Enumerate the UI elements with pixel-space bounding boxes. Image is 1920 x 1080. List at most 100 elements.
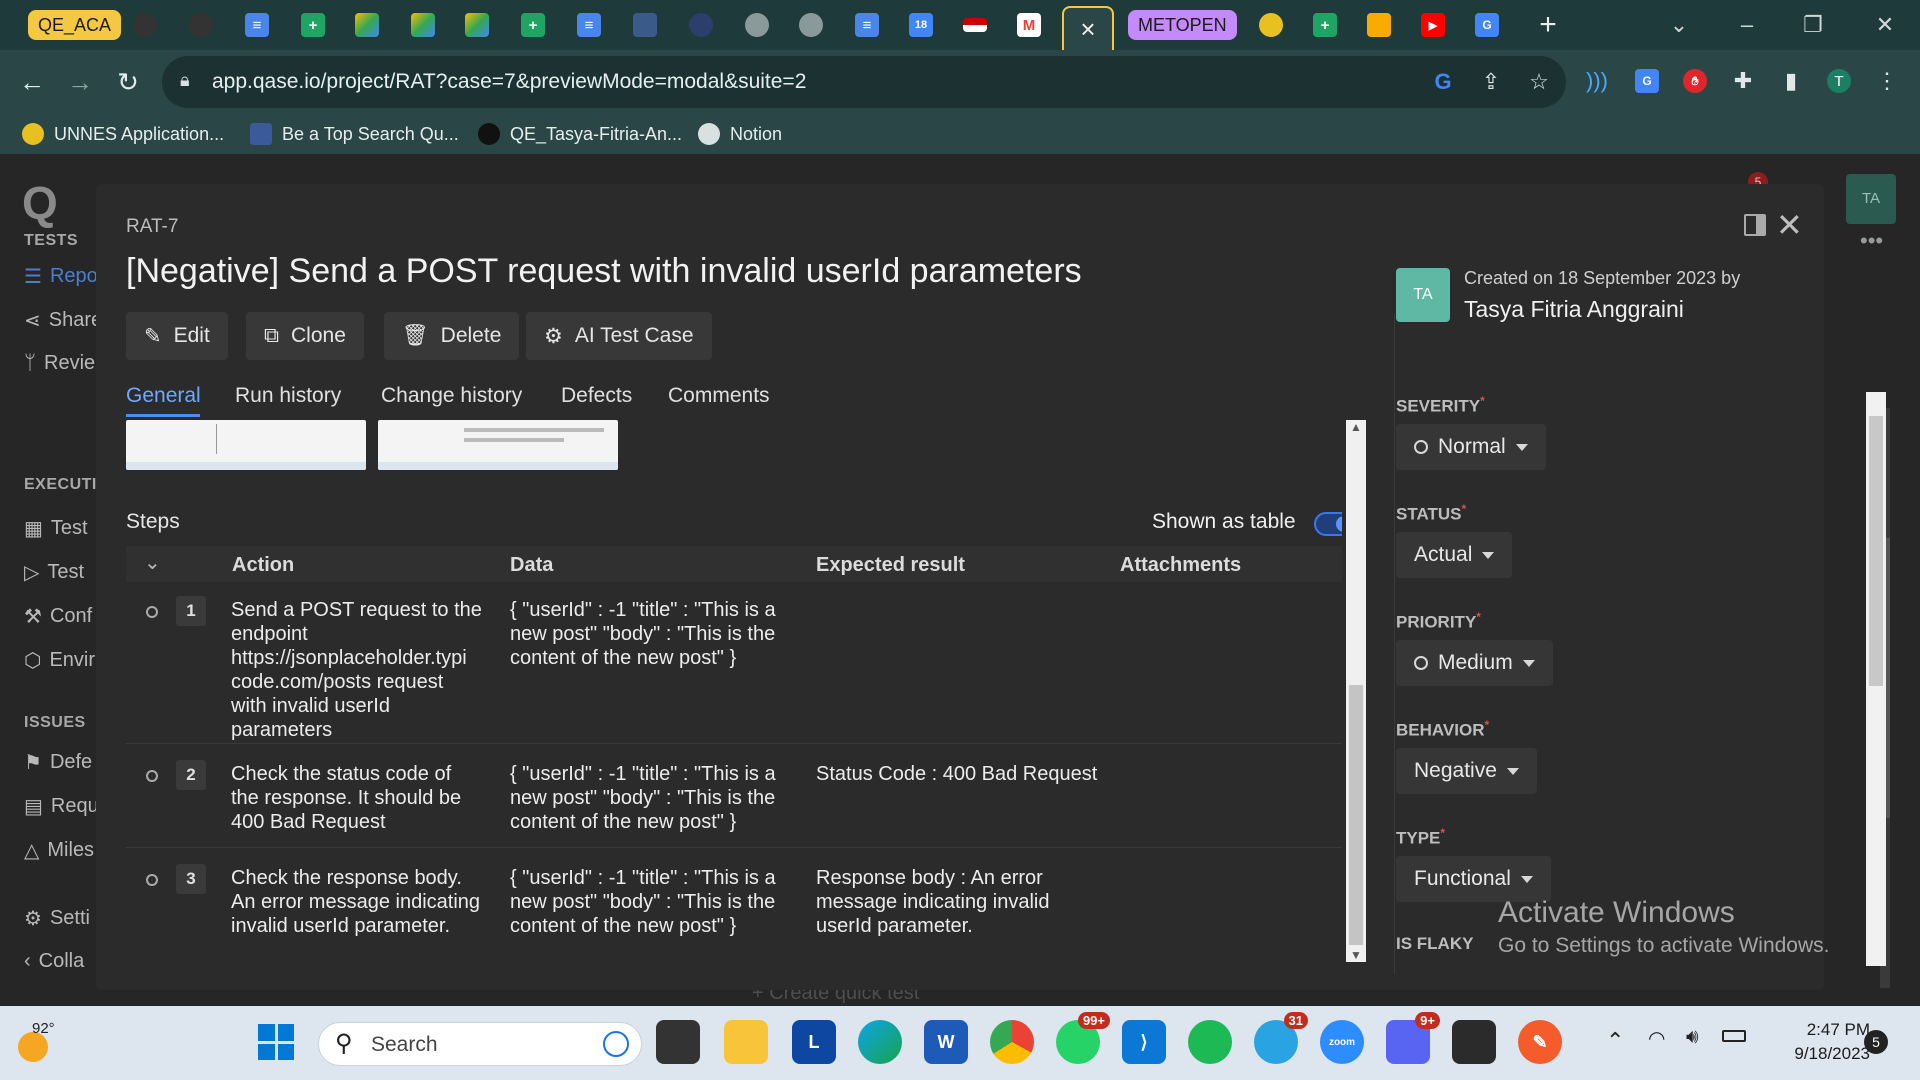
qase-logo[interactable]: Q bbox=[22, 176, 58, 230]
tab-general[interactable]: General bbox=[126, 384, 201, 408]
pen-app-icon[interactable]: ✎ bbox=[1518, 1020, 1562, 1064]
discord-icon[interactable]: 9+ bbox=[1386, 1012, 1440, 1064]
tab-globe[interactable] bbox=[742, 6, 772, 44]
extension-wave-icon[interactable]: ))) bbox=[1580, 64, 1614, 98]
side-panel-icon[interactable]: ▮ bbox=[1774, 64, 1808, 98]
priority-select[interactable]: Medium bbox=[1396, 640, 1553, 686]
adblock-icon[interactable]: ✋︎ bbox=[1678, 64, 1712, 98]
tab-globe-2[interactable] bbox=[796, 6, 826, 44]
kebab-menu-icon[interactable]: ⋮ bbox=[1870, 64, 1904, 98]
window-close-icon[interactable]: ✕ bbox=[1862, 8, 1908, 42]
back-arrow-icon[interactable]: ← bbox=[14, 64, 50, 100]
taskbar-search[interactable]: ⚲ Search bbox=[318, 1022, 642, 1066]
tab-github-2[interactable] bbox=[186, 6, 216, 44]
sidebar-item-requirements[interactable]: ▤ Requ bbox=[24, 794, 99, 819]
step-row[interactable]: 1 Send a POST request to the endpoint ht… bbox=[126, 582, 1342, 744]
behavior-select[interactable]: Negative bbox=[1396, 748, 1537, 794]
sidebar-collapse[interactable]: ‹ Colla bbox=[24, 950, 84, 973]
step-row[interactable]: 2 Check the status code of the response.… bbox=[126, 746, 1342, 848]
zoom-icon[interactable]: zoom bbox=[1320, 1020, 1364, 1064]
bookmark-star-icon[interactable]: ☆ bbox=[1522, 65, 1556, 99]
new-tab-button[interactable]: + bbox=[1528, 6, 1568, 44]
google-lens-icon[interactable]: G bbox=[1426, 65, 1460, 99]
tab-drive-3[interactable] bbox=[462, 6, 492, 44]
sidebar-item-environments[interactable]: ⬡ Envir bbox=[24, 648, 95, 673]
translate-extension-icon[interactable]: G bbox=[1630, 64, 1664, 98]
sidebar-item-defects[interactable]: ⚑ Defe bbox=[24, 750, 92, 775]
sidebar-item-settings[interactable]: ⚙ Setti bbox=[24, 906, 90, 931]
tab-search-chevron-icon[interactable]: ⌄ bbox=[1656, 8, 1702, 42]
shown-as-table-toggle[interactable] bbox=[1314, 512, 1342, 536]
tab-docs-2[interactable]: ≡ bbox=[574, 6, 604, 44]
tab-sheets-2[interactable]: + bbox=[518, 6, 548, 44]
scroll-down-icon[interactable]: ▼ bbox=[1350, 948, 1362, 962]
step-radio[interactable] bbox=[146, 770, 158, 782]
scroll-up-icon[interactable]: ▲ bbox=[1350, 420, 1362, 434]
tab-calendar[interactable]: 18 bbox=[906, 6, 936, 44]
attachment-thumbnail[interactable] bbox=[378, 420, 618, 470]
properties-scrollbar[interactable] bbox=[1866, 392, 1886, 966]
spotify-icon[interactable] bbox=[1188, 1020, 1232, 1064]
tab-unnes[interactable] bbox=[1256, 6, 1286, 44]
sidebar-item-test-plans[interactable]: ▷ Test bbox=[24, 560, 84, 585]
step-row[interactable]: 3 Check the response body. An error mess… bbox=[126, 850, 1342, 950]
tab-defects[interactable]: Defects bbox=[561, 384, 632, 408]
reload-icon[interactable]: ↻ bbox=[110, 64, 146, 100]
collapse-all-chevron-icon[interactable]: ⌄ bbox=[144, 550, 161, 575]
clone-button[interactable]: ⧉ Clone bbox=[246, 312, 364, 360]
tab-misc-2[interactable] bbox=[686, 6, 716, 44]
tab-active-close[interactable]: × bbox=[1062, 6, 1114, 50]
tab-drive-2[interactable] bbox=[408, 6, 438, 44]
tab-gmail[interactable]: M bbox=[1014, 6, 1044, 44]
user-avatar[interactable]: TA bbox=[1846, 174, 1896, 224]
sidebar-item-review[interactable]: ᛘ Revie bbox=[24, 352, 95, 375]
ai-test-case-button[interactable]: ⚙ AI Test Case bbox=[526, 312, 712, 360]
sidebar-item-test-runs[interactable]: ▦ Test bbox=[24, 516, 88, 541]
bookmark-notion[interactable]: Notion bbox=[698, 120, 782, 148]
tray-chevron-up-icon[interactable]: ⌃ bbox=[1606, 1028, 1624, 1054]
volume-icon[interactable]: 🔊︎ bbox=[1686, 1026, 1699, 1049]
properties-scrollbar-thumb[interactable] bbox=[1869, 416, 1883, 686]
tab-drive[interactable] bbox=[352, 6, 382, 44]
tab-misc[interactable] bbox=[630, 6, 660, 44]
step-radio[interactable] bbox=[146, 606, 158, 618]
sidebar-item-configurations[interactable]: ⚒︎ Conf bbox=[24, 604, 92, 629]
edit-button[interactable]: ✎ Edit bbox=[126, 312, 228, 360]
severity-select[interactable]: Normal bbox=[1396, 424, 1546, 470]
file-explorer-icon[interactable] bbox=[724, 1020, 768, 1064]
battery-icon[interactable] bbox=[1722, 1030, 1746, 1042]
url-text[interactable]: app.qase.io/project/RAT?case=7&previewMo… bbox=[212, 70, 806, 94]
wifi-icon[interactable]: ◠ bbox=[1648, 1026, 1665, 1051]
notification-count-badge[interactable]: 5 bbox=[1864, 1030, 1888, 1054]
tab-docs[interactable]: ≡ bbox=[242, 6, 272, 44]
delete-button[interactable]: 🗑︎ Delete bbox=[384, 312, 520, 360]
bookmark-unnes[interactable]: UNNES Application... bbox=[22, 120, 224, 148]
address-bar[interactable]: 🔒︎ app.qase.io/project/RAT?case=7&previe… bbox=[162, 56, 1566, 108]
content-scrollbar-thumb[interactable] bbox=[1349, 685, 1363, 945]
tab-sheets[interactable]: + bbox=[298, 6, 328, 44]
tab-group-qe-aca[interactable]: QE_ACA bbox=[28, 10, 122, 40]
extensions-puzzle-icon[interactable]: ✚ bbox=[1726, 64, 1760, 98]
telegram-icon[interactable]: 31 bbox=[1254, 1012, 1308, 1064]
panel-toggle-icon[interactable] bbox=[1744, 214, 1766, 236]
modal-close-icon[interactable]: ✕ bbox=[1776, 206, 1803, 244]
tab-sheets-3[interactable]: + bbox=[1310, 6, 1340, 44]
sticky-notes-icon[interactable] bbox=[1452, 1020, 1496, 1064]
tab-flag[interactable] bbox=[960, 6, 990, 44]
tab-change-history[interactable]: Change history bbox=[381, 384, 522, 408]
close-icon[interactable]: × bbox=[1080, 14, 1095, 45]
start-windows-icon[interactable] bbox=[258, 1024, 294, 1060]
restore-icon[interactable]: ❐ bbox=[1790, 8, 1836, 42]
tab-classroom[interactable] bbox=[1364, 6, 1394, 44]
taskbar-clock[interactable]: 2:47 PM 9/18/2023 bbox=[1760, 1018, 1870, 1066]
tab-github[interactable] bbox=[130, 6, 160, 44]
lightroom-l-icon[interactable]: L bbox=[792, 1020, 836, 1064]
tab-translate[interactable]: G bbox=[1472, 6, 1502, 44]
tab-group-metopen[interactable]: METOPEN bbox=[1128, 10, 1237, 40]
tab-docs-3[interactable]: ≡ bbox=[852, 6, 882, 44]
content-scrollbar[interactable]: ▲ ▼ bbox=[1346, 420, 1366, 962]
minimize-icon[interactable]: – bbox=[1724, 8, 1770, 42]
word-icon[interactable]: W bbox=[924, 1020, 968, 1064]
chrome-icon[interactable] bbox=[990, 1020, 1034, 1064]
bookmark-top-search[interactable]: Be a Top Search Qu... bbox=[250, 120, 459, 148]
